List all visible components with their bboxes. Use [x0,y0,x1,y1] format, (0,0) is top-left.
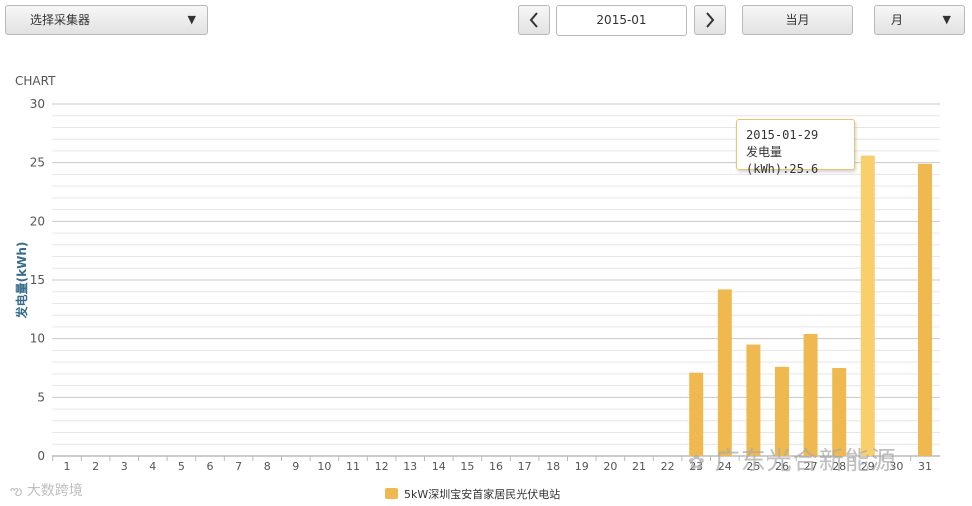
tooltip-value: 发电量(kWh):25.6 [746,145,819,176]
x-tick-label: 20 [603,460,617,473]
bar-day-25[interactable] [746,344,761,456]
bar-day-29[interactable] [860,155,875,457]
chart-legend[interactable]: 5kW深圳宝安首家居民光伏电站 [385,486,560,502]
x-tick-label: 21 [632,460,646,473]
bar-day-31[interactable] [918,163,932,456]
x-tick-label: 19 [575,460,589,473]
bar-chart: CHART 051015202530 1 2 3 4 5 6 7 8 9 10 11 12 13 14 15… [14,74,940,473]
x-tick-label: 12 [375,460,389,473]
x-tick-label: 18 [546,460,560,473]
watermark-dashu: ఌ 大数跨境 [10,480,83,502]
chart-tooltip: 2015-01-29 发电量(kWh):25.6 [736,119,855,176]
x-tick-label: 11 [346,460,360,473]
x-tick-label: 6 [207,460,214,473]
x-tick-label: 8 [264,460,271,473]
watermark-right-text: 广东光合新能源 [714,446,897,475]
x-tick-label: 10 [317,460,331,473]
x-tick-label: 17 [518,460,532,473]
x-tick-label: 9 [292,460,299,473]
x-tick-label: 2 [92,460,99,473]
tooltip-date: 2015-01-29 [746,128,819,142]
watermark-guangdong: ✿ 广东光合新能源 [688,441,897,477]
x-tick-label: 14 [432,460,446,473]
bar-day-24[interactable] [717,289,732,456]
x-tick-label: 4 [149,460,156,473]
x-tick-label: 16 [489,460,503,473]
x-tick-label: 7 [235,460,242,473]
y-tick-label: 5 [37,390,45,404]
x-tick-label: 5 [178,460,185,473]
y-tick-label: 10 [30,332,45,346]
x-tick-label: 22 [661,460,675,473]
legend-label: 5kW深圳宝安首家居民光伏电站 [404,488,561,501]
y-tick-label: 0 [37,449,45,463]
y-tick-label: 25 [30,156,45,170]
x-tick-label: 1 [64,460,71,473]
chart-title: CHART [15,74,56,88]
y-tick-label: 30 [30,97,45,111]
bar-day-27[interactable] [803,333,818,456]
x-tick-label: 3 [121,460,128,473]
brand-icon: ఌ [10,483,23,499]
y-tick-label: 15 [30,273,45,287]
x-tick-label: 15 [460,460,474,473]
y-axis-label: 发电量(kWh) [14,242,29,320]
legend-swatch [385,488,398,499]
watermark-left-text: 大数跨境 [26,483,83,499]
wechat-icon: ✿ [688,450,706,474]
x-tick-label: 31 [918,460,932,473]
y-tick-label: 20 [30,214,45,228]
x-tick-label: 13 [403,460,417,473]
